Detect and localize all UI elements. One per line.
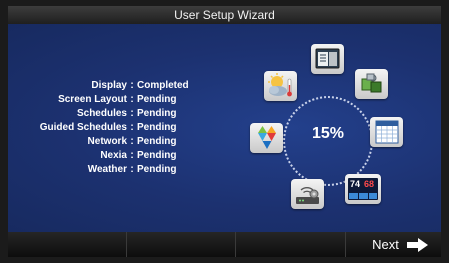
- status-value: Pending: [137, 150, 177, 161]
- main-panel: Display : Completed Screen Layout : Pend…: [8, 24, 441, 232]
- button-divider: [126, 232, 127, 257]
- status-label: Display: [91, 80, 127, 91]
- status-separator: :: [130, 80, 134, 91]
- status-label: Weather: [87, 164, 127, 175]
- status-row-weather: Weather : Pending: [10, 163, 189, 177]
- network-router-icon[interactable]: [291, 179, 324, 209]
- next-button[interactable]: Next: [360, 232, 441, 257]
- status-value: Pending: [137, 108, 177, 119]
- thermostat-display-icon[interactable]: 74 68: [345, 174, 381, 204]
- status-separator: :: [130, 136, 134, 147]
- status-label: Nexia: [100, 150, 127, 161]
- display-temp-a: 74: [350, 179, 361, 189]
- screen-layout-icon[interactable]: [311, 44, 344, 74]
- progress-percent: 15%: [311, 125, 345, 142]
- puzzle-icon[interactable]: [355, 69, 388, 99]
- button-divider: [345, 232, 346, 257]
- status-value: Pending: [137, 136, 177, 147]
- bottom-bar: Next: [8, 232, 441, 257]
- status-label: Screen Layout: [58, 94, 127, 105]
- status-label: Schedules: [76, 108, 127, 119]
- arrow-right-icon: [406, 237, 428, 252]
- wizard-screen: User Setup Wizard Display : Completed Sc…: [8, 6, 441, 257]
- status-value: Completed: [137, 80, 189, 91]
- status-label: Network: [87, 136, 127, 147]
- status-row-display: Display : Completed: [10, 79, 189, 93]
- status-separator: :: [130, 108, 134, 119]
- title-bar: User Setup Wizard: [8, 6, 441, 24]
- next-label: Next: [372, 237, 399, 252]
- weather-icon[interactable]: [264, 71, 297, 101]
- button-divider: [235, 232, 236, 257]
- status-value: Pending: [137, 94, 177, 105]
- status-label: Guided Schedules: [39, 122, 127, 133]
- status-separator: :: [130, 122, 134, 133]
- calendar-icon[interactable]: [370, 117, 403, 147]
- status-row-guided-schedules: Guided Schedules : Pending: [10, 121, 189, 135]
- setup-status-list: Display : Completed Screen Layout : Pend…: [10, 79, 189, 177]
- status-separator: :: [130, 94, 134, 105]
- status-row-nexia: Nexia : Pending: [10, 149, 189, 163]
- display-temp-b: 68: [364, 179, 375, 189]
- status-row-schedules: Schedules : Pending: [10, 107, 189, 121]
- nexia-logo-icon[interactable]: [250, 123, 283, 153]
- status-separator: :: [130, 164, 134, 175]
- status-row-screen-layout: Screen Layout : Pending: [10, 93, 189, 107]
- status-value: Pending: [137, 164, 177, 175]
- status-row-network: Network : Pending: [10, 135, 189, 149]
- status-value: Pending: [137, 122, 177, 133]
- window-title: User Setup Wizard: [174, 8, 275, 22]
- status-separator: :: [130, 150, 134, 161]
